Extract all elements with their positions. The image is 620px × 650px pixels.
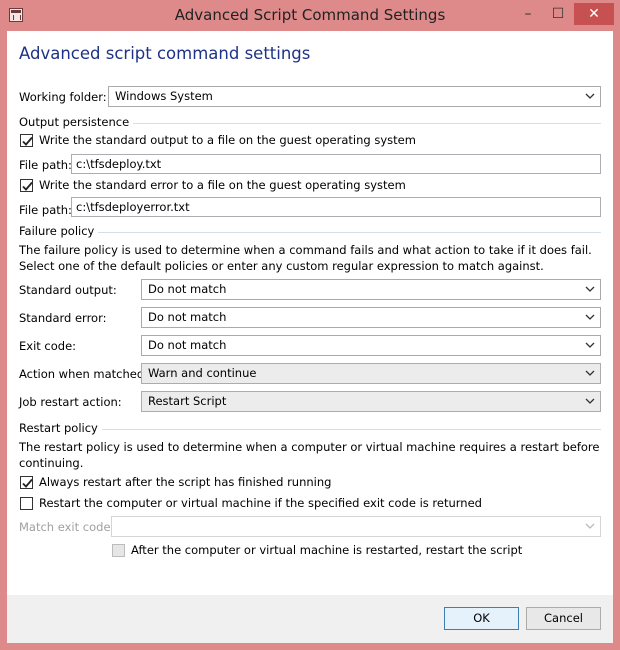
minimize-icon[interactable]: –	[515, 3, 541, 25]
exit-code-dropdown[interactable]: Do not match	[141, 335, 601, 356]
page-title: Advanced script command settings	[19, 44, 311, 63]
restart-policy-title: Restart policy	[19, 421, 102, 435]
match-exit-code-dropdown[interactable]	[111, 516, 601, 537]
dialog-footer: OK Cancel	[7, 595, 613, 643]
stdout-path-label: File path:	[19, 158, 72, 172]
stdout-path-value: c:\tfsdeploy.txt	[76, 157, 162, 171]
chevron-down-icon	[585, 395, 595, 407]
stderr-path-label: File path:	[19, 203, 72, 217]
match-exit-code-label: Match exit code:	[19, 520, 115, 534]
always-restart-label[interactable]: Always restart after the script has fini…	[39, 475, 331, 489]
ok-button[interactable]: OK	[444, 607, 519, 630]
restart-script-checkbox[interactable]	[112, 544, 125, 557]
action-when-matched-dropdown[interactable]: Warn and continue	[141, 363, 601, 384]
stderr-path-value: c:\tfsdeployerror.txt	[76, 200, 190, 214]
always-restart-checkbox[interactable]	[20, 476, 33, 489]
restart-policy-description: The restart policy is used to determine …	[19, 440, 600, 470]
working-folder-value: Windows System	[115, 89, 213, 103]
stderr-checkbox[interactable]	[20, 179, 33, 192]
chevron-down-icon	[585, 367, 595, 379]
standard-output-dropdown[interactable]: Do not match	[141, 279, 601, 300]
title-bar: Advanced Script Command Settings – ☐ ✕	[0, 0, 620, 31]
exit-code-label: Exit code:	[19, 339, 77, 353]
standard-output-value: Do not match	[148, 282, 227, 296]
working-folder-label: Working folder:	[19, 90, 107, 104]
standard-error-label: Standard error:	[19, 311, 107, 325]
stdout-checkbox-label[interactable]: Write the standard output to a file on t…	[39, 133, 416, 147]
action-when-matched-value: Warn and continue	[148, 366, 257, 380]
dialog-content: Advanced script command settings Working…	[7, 31, 613, 595]
chevron-down-icon	[585, 311, 595, 323]
cancel-button[interactable]: Cancel	[526, 607, 601, 630]
stdout-path-input[interactable]: c:\tfsdeploy.txt	[71, 154, 601, 174]
failure-policy-title: Failure policy	[19, 224, 99, 238]
restart-policy-divider	[19, 429, 601, 430]
job-restart-action-dropdown[interactable]: Restart Script	[141, 391, 601, 412]
working-folder-dropdown[interactable]: Windows System	[108, 86, 601, 107]
dialog-window: Advanced Script Command Settings – ☐ ✕ A…	[0, 0, 620, 650]
output-persistence-title: Output persistence	[19, 115, 134, 129]
close-icon[interactable]: ✕	[574, 3, 614, 25]
job-restart-action-value: Restart Script	[148, 394, 227, 408]
failure-policy-divider	[19, 232, 601, 233]
standard-output-label: Standard output:	[19, 283, 117, 297]
standard-error-value: Do not match	[148, 310, 227, 324]
chevron-down-icon	[585, 339, 595, 351]
restart-on-exit-code-checkbox[interactable]	[20, 497, 33, 510]
action-when-matched-label: Action when matched:	[19, 367, 149, 381]
restart-on-exit-code-label[interactable]: Restart the computer or virtual machine …	[39, 496, 482, 510]
maximize-icon[interactable]: ☐	[545, 3, 571, 25]
failure-policy-description: The failure policy is used to determine …	[19, 243, 592, 273]
chevron-down-icon	[585, 520, 595, 532]
chevron-down-icon	[585, 90, 595, 102]
stderr-path-input[interactable]: c:\tfsdeployerror.txt	[71, 197, 601, 217]
exit-code-value: Do not match	[148, 338, 227, 352]
stdout-checkbox[interactable]	[20, 134, 33, 147]
standard-error-dropdown[interactable]: Do not match	[141, 307, 601, 328]
job-restart-action-label: Job restart action:	[19, 395, 122, 409]
stderr-checkbox-label[interactable]: Write the standard error to a file on th…	[39, 178, 406, 192]
restart-script-label[interactable]: After the computer or virtual machine is…	[131, 543, 522, 557]
chevron-down-icon	[585, 283, 595, 295]
